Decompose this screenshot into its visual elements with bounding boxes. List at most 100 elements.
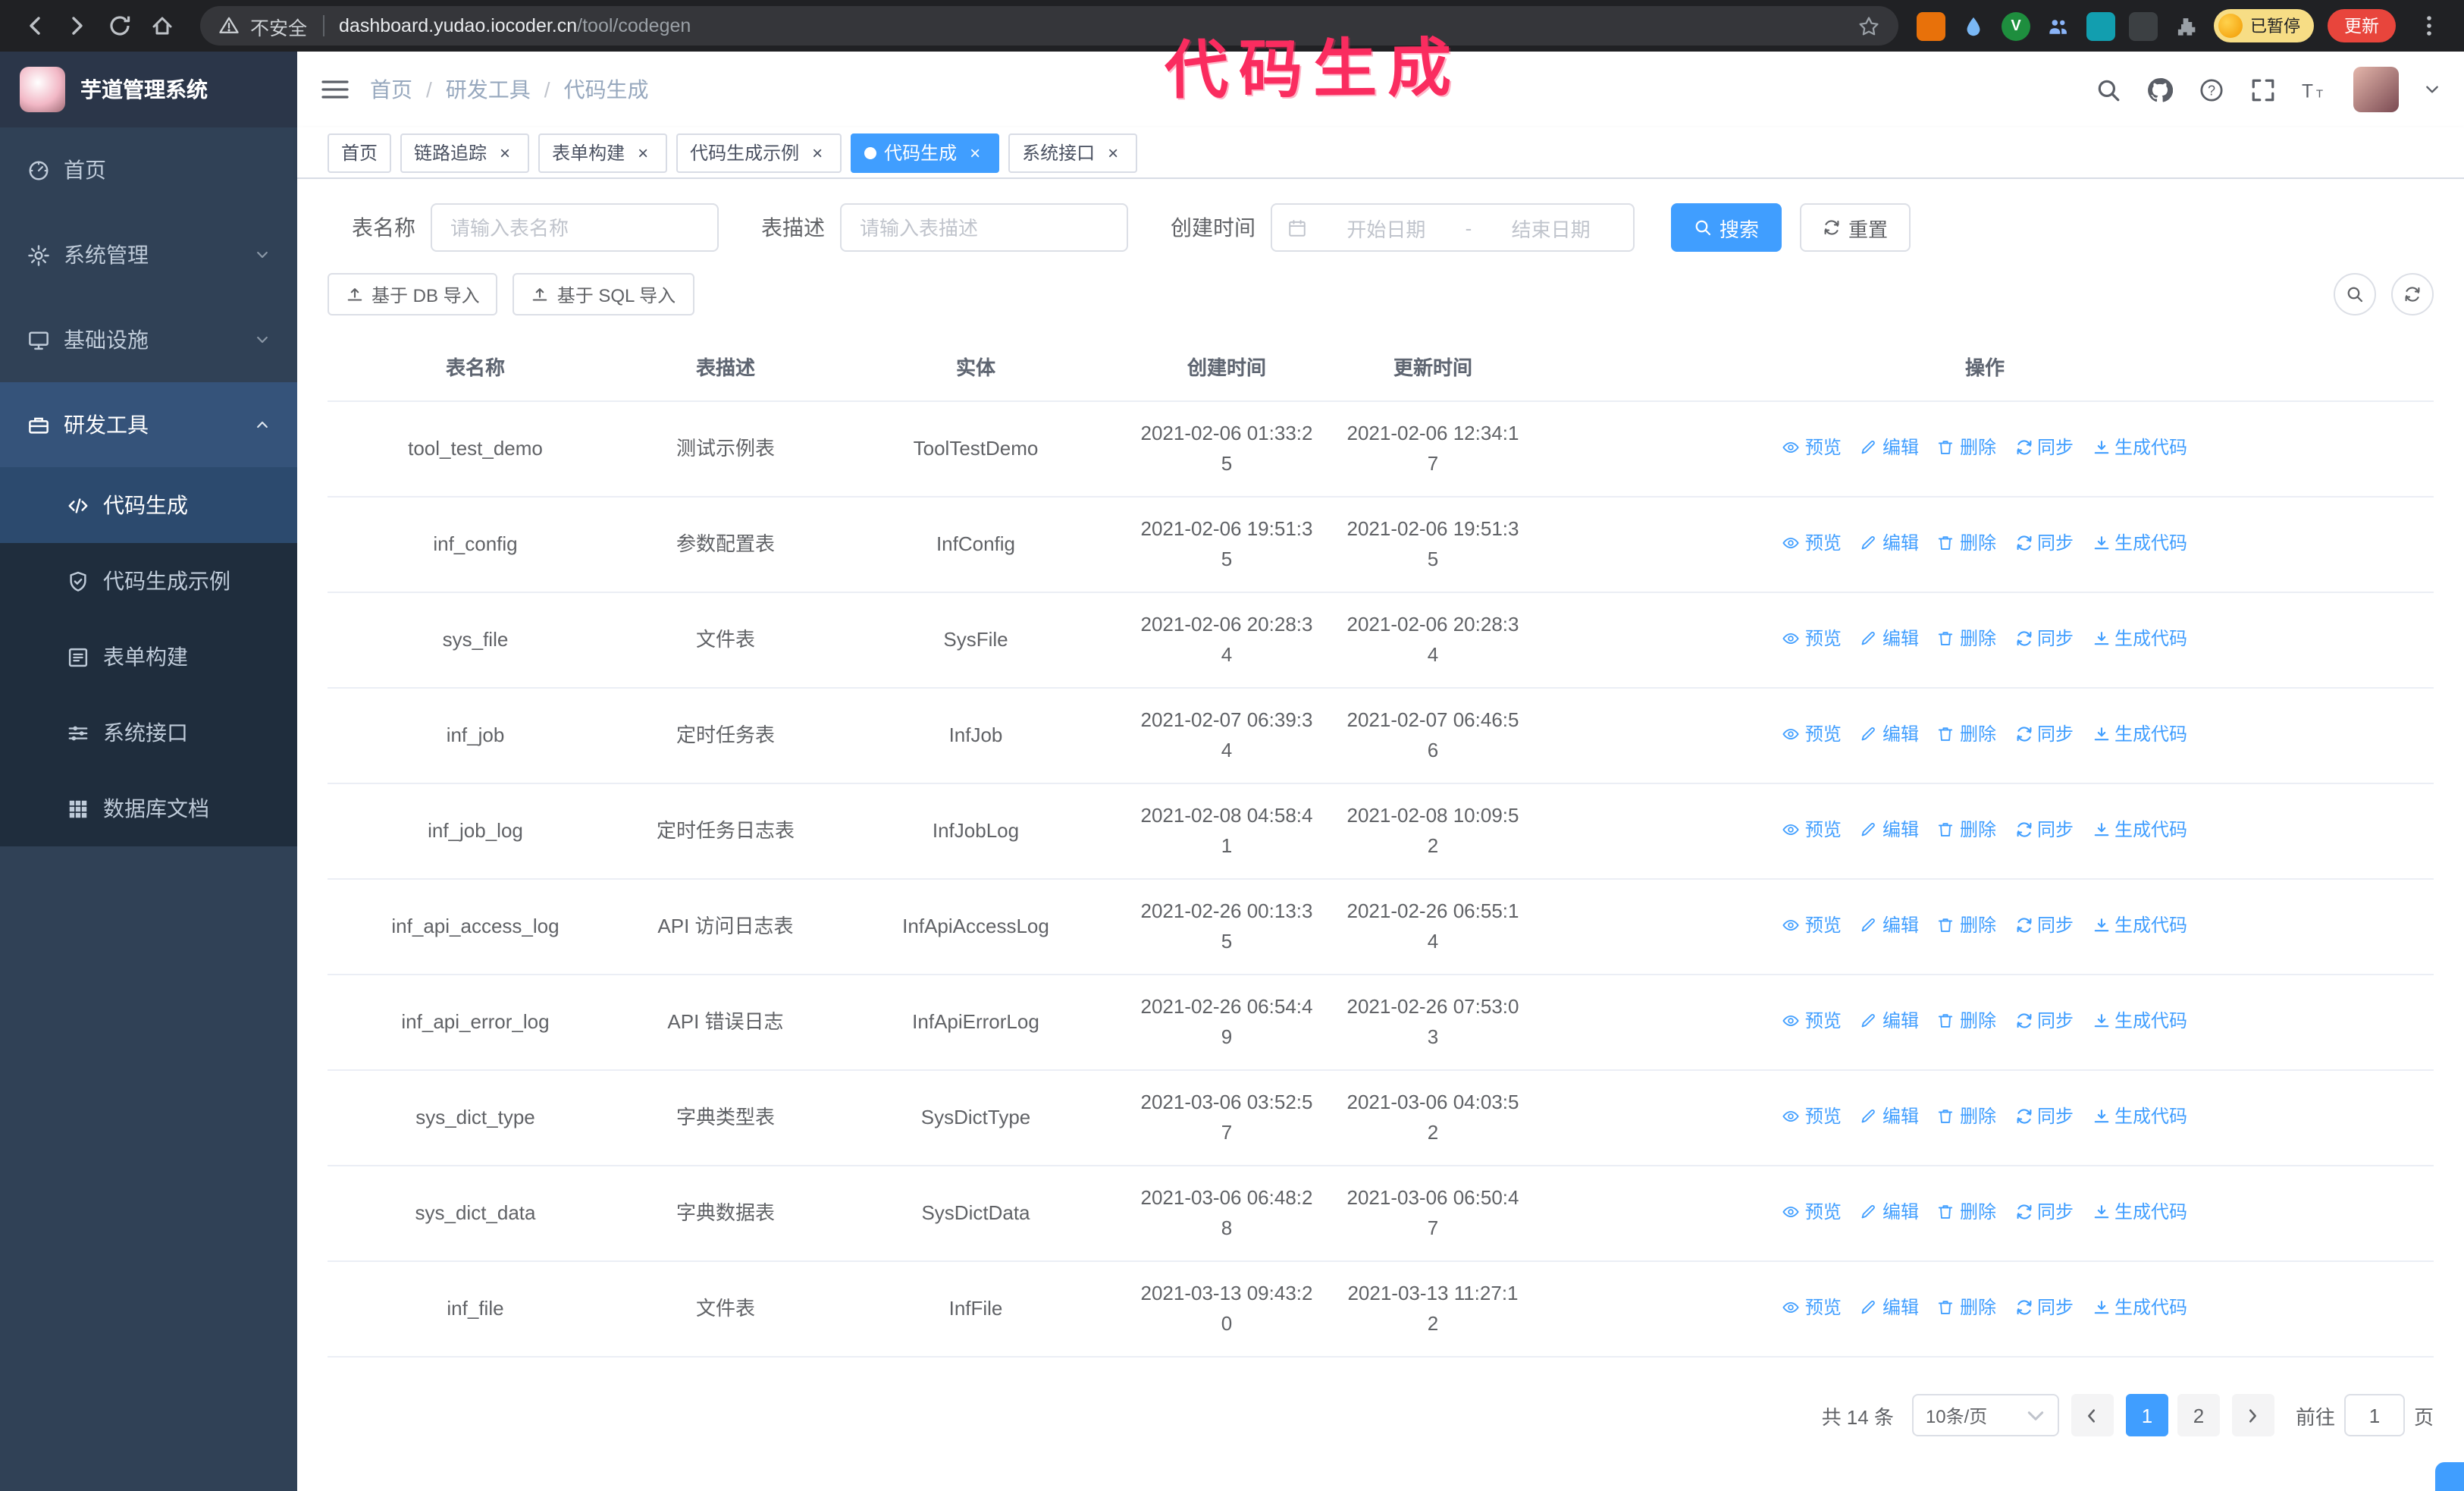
tab-close-icon[interactable]: ×	[632, 142, 654, 163]
action-delete-link[interactable]: 删除	[1937, 1292, 1996, 1323]
goto-page-input[interactable]	[2343, 1394, 2405, 1436]
tab-trace[interactable]: 链路追踪 ×	[400, 133, 530, 172]
action-delete-link[interactable]: 删除	[1937, 910, 1996, 940]
font-size-icon[interactable]: TT	[2302, 77, 2328, 102]
action-edit-link[interactable]: 编辑	[1860, 1006, 1919, 1036]
refresh-table-button[interactable]	[2391, 273, 2434, 315]
bookmark-star-icon[interactable]	[1857, 14, 1880, 37]
sidebar-item-system-api[interactable]: 系统接口	[0, 695, 297, 771]
action-preview-link[interactable]: 预览	[1782, 1197, 1842, 1227]
sidebar-item-infrastructure[interactable]: 基础设施	[0, 297, 297, 382]
tab-codegen-example[interactable]: 代码生成示例 ×	[676, 133, 842, 172]
browser-back-icon[interactable]	[15, 6, 55, 46]
page-button-2[interactable]: 2	[2177, 1394, 2220, 1436]
action-sync-link[interactable]: 同步	[2014, 1006, 2074, 1036]
action-generate-link[interactable]: 生成代码	[2092, 432, 2187, 463]
sidebar-item-codegen-example[interactable]: 代码生成示例	[0, 543, 297, 619]
logo[interactable]: 芋道管理系统	[0, 52, 297, 127]
extension-icon-5[interactable]	[2086, 11, 2115, 40]
action-preview-link[interactable]: 预览	[1782, 910, 1842, 940]
action-generate-link[interactable]: 生成代码	[2092, 719, 2187, 749]
tab-codegen[interactable]: 代码生成 ×	[851, 133, 1000, 172]
action-generate-link[interactable]: 生成代码	[2092, 1006, 2187, 1036]
sidebar-item-form-builder[interactable]: 表单构建	[0, 619, 297, 695]
action-generate-link[interactable]: 生成代码	[2092, 1101, 2187, 1132]
action-edit-link[interactable]: 编辑	[1860, 910, 1919, 940]
help-icon[interactable]: ?	[2199, 77, 2224, 102]
action-generate-link[interactable]: 生成代码	[2092, 815, 2187, 845]
action-delete-link[interactable]: 删除	[1937, 432, 1996, 463]
action-generate-link[interactable]: 生成代码	[2092, 910, 2187, 940]
browser-home-icon[interactable]	[143, 6, 182, 46]
tab-close-icon[interactable]: ×	[964, 142, 986, 163]
action-sync-link[interactable]: 同步	[2014, 815, 2074, 845]
tab-close-icon[interactable]: ×	[494, 142, 516, 163]
action-delete-link[interactable]: 删除	[1937, 1197, 1996, 1227]
tab-form-builder[interactable]: 表单构建 ×	[538, 133, 668, 172]
prev-page-button[interactable]	[2071, 1394, 2114, 1436]
address-bar[interactable]: 不安全 dashboard.yudao.iocoder.cn/tool/code…	[200, 6, 1898, 46]
action-generate-link[interactable]: 生成代码	[2092, 1197, 2187, 1227]
action-sync-link[interactable]: 同步	[2014, 528, 2074, 558]
action-sync-link[interactable]: 同步	[2014, 910, 2074, 940]
extension-icon-4[interactable]	[2044, 11, 2073, 40]
action-delete-link[interactable]: 删除	[1937, 815, 1996, 845]
tab-close-icon[interactable]: ×	[807, 142, 828, 163]
action-sync-link[interactable]: 同步	[2014, 623, 2074, 654]
breadcrumb-item-2[interactable]: 研发工具	[446, 74, 531, 105]
action-sync-link[interactable]: 同步	[2014, 432, 2074, 463]
sidebar-item-codegen[interactable]: 代码生成	[0, 467, 297, 543]
action-preview-link[interactable]: 预览	[1782, 528, 1842, 558]
fullscreen-icon[interactable]	[2250, 77, 2276, 102]
extension-icon-1[interactable]	[1917, 11, 1945, 40]
action-delete-link[interactable]: 删除	[1937, 1006, 1996, 1036]
action-sync-link[interactable]: 同步	[2014, 719, 2074, 749]
page-size-select[interactable]: 10条/页	[1911, 1394, 2059, 1436]
action-edit-link[interactable]: 编辑	[1860, 1197, 1919, 1227]
action-sync-link[interactable]: 同步	[2014, 1101, 2074, 1132]
user-avatar[interactable]	[2353, 67, 2399, 112]
avatar-caret-icon[interactable]	[2425, 82, 2440, 97]
action-edit-link[interactable]: 编辑	[1860, 719, 1919, 749]
toggle-search-button[interactable]	[2334, 273, 2376, 315]
action-preview-link[interactable]: 预览	[1782, 623, 1842, 654]
table-name-input[interactable]	[431, 203, 719, 252]
import-db-button[interactable]: 基于 DB 导入	[328, 273, 498, 315]
action-generate-link[interactable]: 生成代码	[2092, 623, 2187, 654]
browser-reload-icon[interactable]	[100, 6, 140, 46]
sidebar-item-system[interactable]: 系统管理	[0, 212, 297, 297]
breadcrumb-item-1[interactable]: 首页	[370, 74, 412, 105]
action-preview-link[interactable]: 预览	[1782, 432, 1842, 463]
action-delete-link[interactable]: 删除	[1937, 1101, 1996, 1132]
next-page-button[interactable]	[2231, 1394, 2274, 1436]
tab-home[interactable]: 首页	[328, 133, 392, 172]
header-search-icon[interactable]	[2096, 77, 2121, 102]
sidebar-toggle-icon[interactable]	[321, 76, 349, 103]
browser-update-button[interactable]: 更新	[2328, 9, 2396, 42]
action-preview-link[interactable]: 预览	[1782, 815, 1842, 845]
action-preview-link[interactable]: 预览	[1782, 1292, 1842, 1323]
page-button-1[interactable]: 1	[2125, 1394, 2168, 1436]
action-delete-link[interactable]: 删除	[1937, 719, 1996, 749]
table-desc-input[interactable]	[840, 203, 1128, 252]
browser-profile-chip[interactable]: 已暂停	[2214, 9, 2314, 42]
action-generate-link[interactable]: 生成代码	[2092, 1292, 2187, 1323]
action-preview-link[interactable]: 预览	[1782, 1006, 1842, 1036]
extension-icon-6[interactable]	[2129, 11, 2158, 40]
reset-button[interactable]: 重置	[1800, 203, 1911, 252]
action-delete-link[interactable]: 删除	[1937, 528, 1996, 558]
github-icon[interactable]	[2147, 77, 2173, 102]
extensions-puzzle-icon[interactable]	[2171, 11, 2200, 40]
tab-close-icon[interactable]: ×	[1102, 142, 1124, 163]
sidebar-item-dev-tools[interactable]: 研发工具	[0, 382, 297, 467]
extension-icon-2[interactable]	[1959, 11, 1988, 40]
action-edit-link[interactable]: 编辑	[1860, 528, 1919, 558]
action-preview-link[interactable]: 预览	[1782, 1101, 1842, 1132]
search-button[interactable]: 搜索	[1671, 203, 1782, 252]
sidebar-item-db-doc[interactable]: 数据库文档	[0, 771, 297, 846]
browser-forward-icon[interactable]	[58, 6, 97, 46]
sidebar-item-home[interactable]: 首页	[0, 127, 297, 212]
action-edit-link[interactable]: 编辑	[1860, 623, 1919, 654]
tab-system-api[interactable]: 系统接口 ×	[1008, 133, 1138, 172]
action-edit-link[interactable]: 编辑	[1860, 815, 1919, 845]
